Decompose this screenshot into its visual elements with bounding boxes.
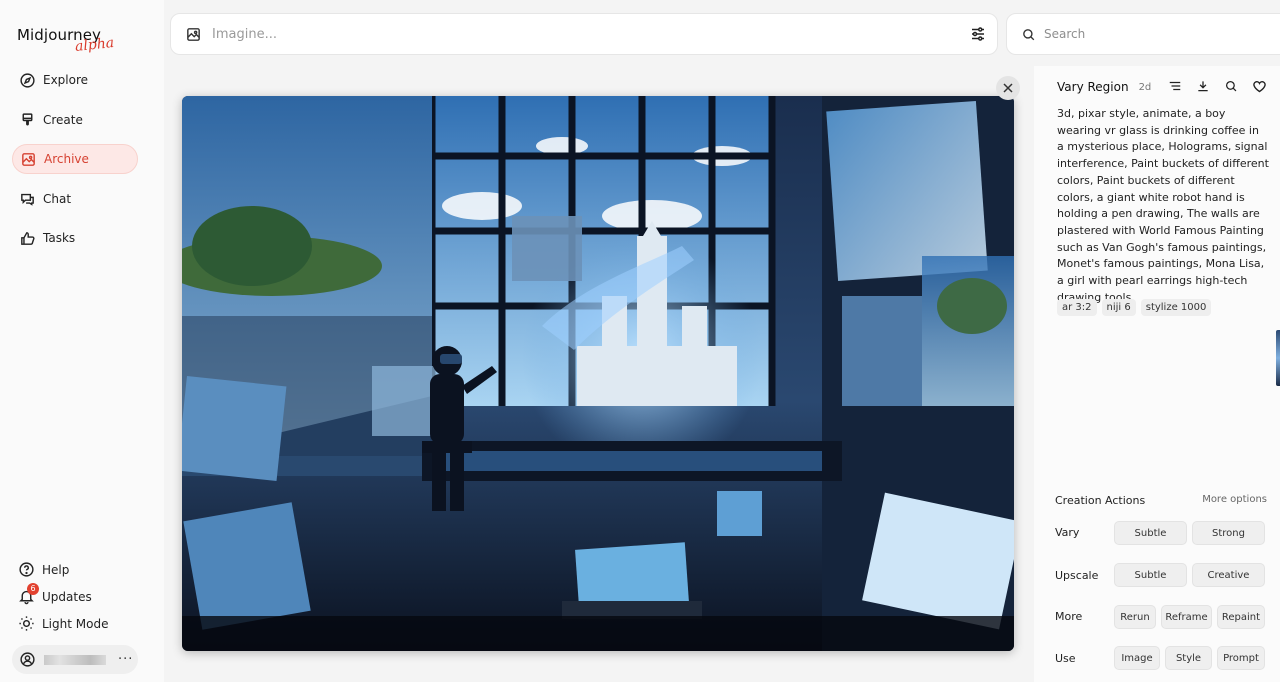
job-type: Vary Region: [1057, 80, 1129, 94]
menu-lines-icon: [1169, 81, 1181, 91]
sidebar-item-label: Archive: [44, 152, 89, 166]
more-options-link[interactable]: More options: [1202, 494, 1267, 507]
logo[interactable]: Midjourney alpha: [17, 25, 115, 55]
light-mode-label: Light Mode: [42, 616, 109, 631]
creation-actions-header: Creation Actions More options: [1055, 494, 1267, 507]
options-button[interactable]: [1161, 79, 1189, 94]
next-image-thumbnail[interactable]: [1276, 330, 1280, 386]
download-button[interactable]: [1189, 79, 1217, 94]
settings-sliders-icon[interactable]: [969, 25, 987, 43]
chat-icon: [21, 193, 34, 206]
user-more-button[interactable]: ···: [118, 652, 133, 667]
sidebar-item-label: Explore: [43, 73, 89, 87]
artwork-illustration: [182, 96, 1014, 651]
sidebar: Midjourney alpha Explore Create Archive …: [0, 0, 164, 682]
tag-model[interactable]: niji 6: [1101, 299, 1136, 316]
parameter-tags: ar 3:2 niji 6 stylize 1000: [1057, 299, 1212, 316]
sidebar-item-archive[interactable]: Archive: [12, 144, 138, 174]
sidebar-item-create[interactable]: Create: [12, 105, 138, 135]
creation-actions-title: Creation Actions: [1055, 494, 1146, 507]
updates-label: Updates: [42, 589, 92, 604]
upscale-subtle-button[interactable]: Subtle: [1114, 563, 1187, 587]
tag-stylize[interactable]: stylize 1000: [1140, 299, 1212, 316]
rerun-button[interactable]: Rerun: [1114, 605, 1156, 629]
search-icon: [1023, 28, 1035, 40]
download-icon: [1198, 81, 1208, 92]
detail-header: Vary Region 2d: [1057, 80, 1267, 94]
prompt-text: 3d, pixar style, animate, a boy wearing …: [1057, 107, 1269, 304]
use-label: Use: [1055, 652, 1076, 665]
username-redacted: [44, 654, 106, 665]
sidebar-item-label: Create: [43, 113, 83, 127]
heart-icon: [1252, 81, 1266, 93]
use-image-button[interactable]: Image: [1114, 646, 1160, 670]
close-icon: [1003, 83, 1013, 93]
search-bar[interactable]: Search: [1006, 13, 1280, 55]
vary-subtle-button[interactable]: Subtle: [1114, 521, 1187, 545]
sidebar-item-explore[interactable]: Explore: [12, 65, 138, 95]
sidebar-item-chat[interactable]: Chat: [12, 184, 138, 214]
user-menu[interactable]: ···: [12, 645, 138, 674]
like-button[interactable]: [1245, 79, 1273, 94]
tag-aspect-ratio[interactable]: ar 3:2: [1057, 299, 1097, 316]
repaint-button[interactable]: Repaint: [1217, 605, 1265, 629]
sun-icon: [19, 616, 34, 631]
brush-icon: [22, 112, 33, 125]
reframe-button[interactable]: Reframe: [1161, 605, 1212, 629]
vary-label: Vary: [1055, 526, 1080, 539]
light-mode-toggle[interactable]: Light Mode: [18, 615, 108, 632]
updates-badge: 6: [27, 583, 39, 595]
use-prompt-button[interactable]: Prompt: [1217, 646, 1265, 670]
vary-strong-button[interactable]: Strong: [1192, 521, 1265, 545]
search-similar-button[interactable]: [1217, 79, 1245, 94]
thumbs-up-icon: [21, 231, 35, 245]
sidebar-item-label: Chat: [43, 192, 72, 206]
use-style-button[interactable]: Style: [1165, 646, 1212, 670]
search-icon: [1225, 80, 1237, 92]
help-link[interactable]: Help: [18, 561, 69, 578]
imagine-input[interactable]: Imagine...: [212, 27, 969, 42]
image-upload-icon[interactable]: [185, 26, 202, 43]
user-icon: [20, 652, 35, 667]
compass-icon: [20, 72, 35, 88]
upscale-creative-button[interactable]: Creative: [1192, 563, 1265, 587]
job-age: 2d: [1138, 81, 1152, 93]
detail-panel: Vary Region 2d 3d, pixar style, animate,…: [1034, 66, 1280, 682]
alpha-tag: alpha: [74, 34, 115, 56]
help-icon: [19, 562, 34, 577]
search-input[interactable]: Search: [1044, 27, 1085, 41]
image-icon: [22, 152, 35, 166]
imagine-bar[interactable]: Imagine...: [170, 13, 998, 55]
updates-link[interactable]: 6 Updates: [18, 583, 92, 605]
upscale-label: Upscale: [1055, 569, 1099, 582]
more-label: More: [1055, 610, 1083, 623]
sidebar-item-tasks[interactable]: Tasks: [12, 223, 138, 253]
close-button[interactable]: [996, 76, 1020, 100]
sidebar-item-label: Tasks: [43, 231, 76, 245]
generated-image[interactable]: [182, 96, 1014, 651]
help-label: Help: [42, 562, 70, 577]
